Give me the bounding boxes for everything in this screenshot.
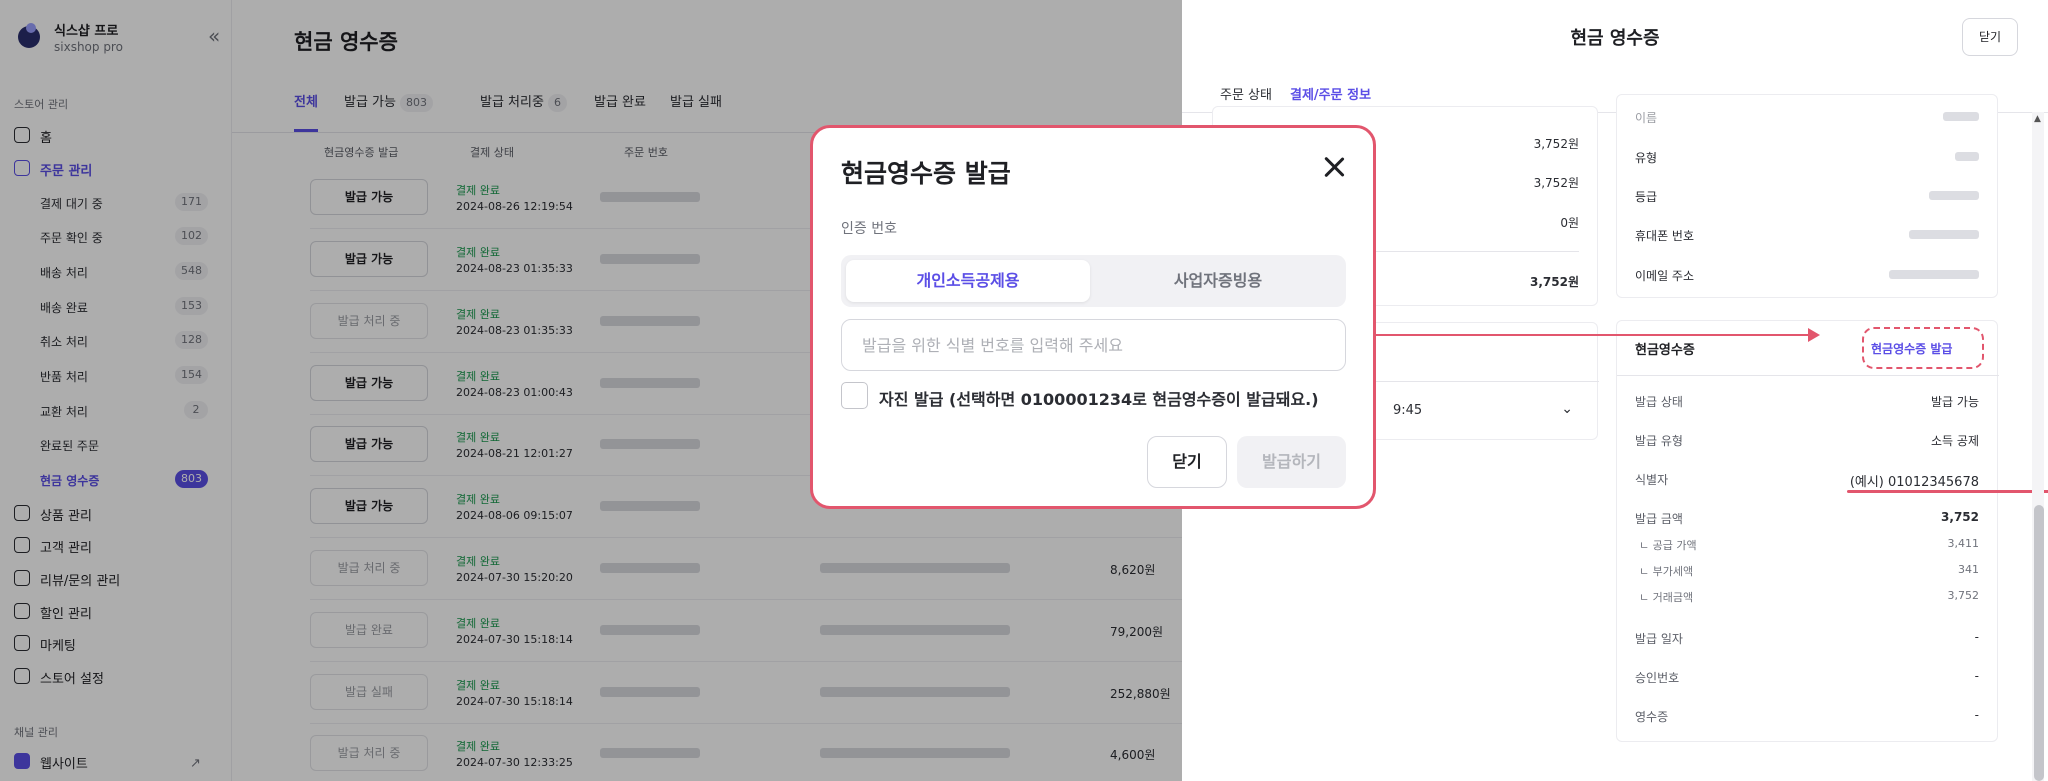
self-issue-checkbox[interactable] [841,382,868,409]
segment-business-proof[interactable]: 사업자증빙용 [1094,260,1342,302]
receipt-value: - [1974,669,1979,683]
receipt-type-segmented-control: 개인소득공제용 사업자증빙용 [841,255,1346,307]
app-root: 식스샵 프로 sixshop pro « 스토어 관리 홈 주문 관리 결제 대… [0,0,2048,781]
panel-title: 현금 영수증 [1570,28,1660,49]
annotation-arrow-line [1376,334,1810,336]
cash-receipt-card: 현금영수증 현금영수증 발급 발급 상태 발급 가능 발급 유형 소득 공제 식… [1616,320,1999,742]
payment-value: 0원 [1560,216,1579,230]
scroll-up-icon[interactable]: ▲ [2034,114,2041,124]
receipt-label: 발급 유형 [1635,434,1683,448]
payment-value: 3,752원 [1533,176,1579,190]
segment-personal-deduction[interactable]: 개인소득공제용 [846,260,1090,302]
customer-label: 이메일 주소 [1635,269,1695,283]
receipt-value: 발급 가능 [1931,395,1979,409]
receipt-value: 3,752 [1941,510,1979,524]
customer-label: 휴대폰 번호 [1635,229,1695,243]
cash-receipt-modal: 현금영수증 발급 인증 번호 개인소득공제용 사업자증빙용 자진 발급 (선택하… [810,125,1376,509]
receipt-label: ㄴ 부가세액 [1639,565,1694,578]
identifier-underline [1847,490,2048,493]
modal-close-button[interactable]: 닫기 [1147,436,1227,488]
payment-total: 3,752원 [1530,275,1579,289]
customer-value-redacted [1943,112,1979,121]
customer-label: 등급 [1635,190,1658,204]
receipt-label: 영수증 [1635,710,1669,724]
chevron-down-icon[interactable]: ⌄ [1561,401,1573,417]
receipt-label: 발급 일자 [1635,632,1683,646]
receipt-value: - [1974,708,1979,722]
order-time: 9:45 [1393,403,1423,418]
issue-link-highlight [1862,327,1984,369]
payment-value: 3,752원 [1533,137,1579,151]
receipt-identifier: (예시) 01012345678 [1849,475,1979,490]
customer-card: 이름 유형 등급 휴대폰 번호 이메일 주소 [1616,94,1998,298]
divider [1617,375,1999,376]
receipt-label: ㄴ 공급 가액 [1639,539,1697,552]
cash-receipt-title: 현금영수증 [1635,343,1695,358]
customer-value-redacted [1929,191,1979,200]
receipt-label: 발급 상태 [1635,395,1683,409]
customer-value-redacted [1909,230,1979,239]
annotation-arrow-head [1808,328,1820,342]
receipt-label: 승인번호 [1635,671,1680,685]
customer-label: 유형 [1635,151,1658,165]
auth-number-label: 인증 번호 [841,221,897,237]
customer-value-redacted [1955,152,1979,161]
receipt-label: 식별자 [1635,473,1669,487]
receipt-value: 소득 공제 [1931,434,1979,448]
customer-value-redacted [1889,270,1979,279]
receipt-value: 341 [1958,563,1979,576]
panel-close-button[interactable]: 닫기 [1962,18,2018,56]
receipt-label: 발급 금액 [1635,512,1683,526]
identifier-input[interactable] [841,319,1346,371]
receipt-value: - [1974,630,1979,644]
scrollbar-thumb[interactable] [2034,505,2044,781]
issue-button[interactable]: 발급하기 [1237,436,1346,488]
modal-title: 현금영수증 발급 [841,159,1011,188]
customer-label: 이름 [1635,111,1658,125]
receipt-value: 3,752 [1947,589,1980,602]
receipt-label: ㄴ 거래금액 [1639,591,1694,604]
self-issue-label[interactable]: 자진 발급 (선택하면 0100001234로 현금영수증이 발급돼요.) [879,386,1319,410]
receipt-value: 3,411 [1947,537,1980,550]
close-icon[interactable] [1319,152,1349,182]
